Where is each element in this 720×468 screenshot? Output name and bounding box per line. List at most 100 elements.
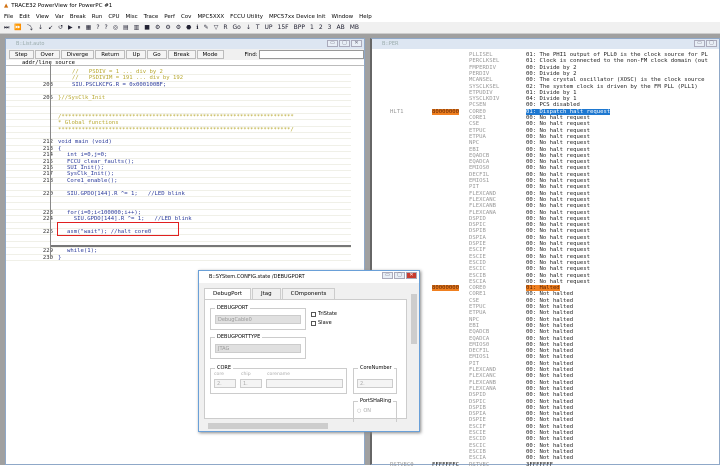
- trace32-logo-icon: ▲: [4, 3, 9, 9]
- dialog-titlebar[interactable]: B::SYStem.CONFIG.state /DEBUGPORT ▭ ▢ ✕: [199, 271, 419, 283]
- toolbar-button-23[interactable]: Go: [232, 24, 240, 31]
- debugport-group: DEBUGPORT DebugCable0: [210, 305, 306, 330]
- diverge-button[interactable]: Diverge: [60, 50, 95, 59]
- toolbar-button-1[interactable]: ⏩: [14, 24, 21, 31]
- find-input[interactable]: [258, 50, 364, 59]
- line-number: 230: [42, 254, 53, 261]
- register-value[interactable]: 80000000: [432, 108, 459, 115]
- toolbar-button-32[interactable]: AB: [336, 24, 344, 31]
- checkbox-box-icon[interactable]: [311, 320, 316, 326]
- return-button[interactable]: Return: [95, 50, 126, 59]
- toolbar-button-8[interactable]: ▦: [86, 24, 92, 31]
- checkbox-label: Slave: [318, 320, 332, 326]
- toolbar-button-0[interactable]: ⏭: [4, 24, 9, 32]
- menu-misc[interactable]: Misc: [126, 14, 138, 20]
- toolbar-button-17[interactable]: ⚙: [176, 24, 181, 31]
- over-button[interactable]: Over: [34, 50, 60, 59]
- vertical-scrollbar[interactable]: [410, 286, 418, 422]
- menu-window[interactable]: Window: [331, 14, 353, 20]
- toolbar-button-25[interactable]: T: [256, 24, 260, 31]
- menu-trace[interactable]: Trace: [144, 14, 159, 20]
- horizontal-scrollbar[interactable]: [200, 422, 410, 430]
- portsharing-on-radio[interactable]: ○ ON: [357, 408, 371, 414]
- menu-perf[interactable]: Perf: [164, 14, 175, 20]
- toolbar-button-24[interactable]: ↓: [246, 24, 251, 31]
- toolbar-button-12[interactable]: ▤: [123, 24, 129, 31]
- portsharing-group: PortSHaRing ○ ON: [353, 398, 397, 423]
- toolbar-button-11[interactable]: ◎: [113, 24, 118, 31]
- menu-break[interactable]: Break: [70, 14, 86, 20]
- toolbar-button-27[interactable]: 15F: [278, 24, 289, 31]
- maximize-button[interactable]: ▢: [339, 40, 350, 47]
- toolbar-button-2[interactable]: ⤵: [27, 23, 33, 32]
- toolbar-button-5[interactable]: ↺: [58, 24, 63, 31]
- toolbar-button-22[interactable]: R: [223, 24, 227, 31]
- minimize-button[interactable]: ▭: [694, 40, 705, 47]
- per-window-titlebar[interactable]: B::PER ▭ ▢: [372, 39, 719, 49]
- toolbar-button-29[interactable]: 1: [310, 24, 314, 31]
- break-button[interactable]: Break: [167, 50, 196, 59]
- toolbar-button-21[interactable]: ▽: [214, 24, 219, 31]
- toolbar-button-26[interactable]: UP: [265, 24, 273, 31]
- menu-run[interactable]: Run: [92, 14, 103, 20]
- corenumber-field[interactable]: 2.: [357, 379, 393, 388]
- gutter-line: [50, 64, 51, 259]
- toolbar-button-16[interactable]: ⚙: [165, 24, 170, 31]
- debugport-label: DEBUGPORT: [215, 305, 251, 311]
- toolbar-button-28[interactable]: BPP: [294, 24, 305, 31]
- corenumber-group: CoreNumber 2.: [353, 365, 397, 394]
- menu-mpc57xx-device-init[interactable]: MPC57xx Device Init: [269, 14, 326, 20]
- mode-button[interactable]: Mode: [196, 50, 224, 59]
- toolbar-button-4[interactable]: ↙: [48, 24, 53, 31]
- toolbar-button-6[interactable]: ▶: [68, 24, 73, 31]
- per-window: B::PER ▭ ▢ PLLISEL 01: The PHI1 output of …: [370, 38, 720, 468]
- corename-field[interactable]: [266, 379, 343, 388]
- tristate-checkbox[interactable]: TriState: [311, 311, 337, 317]
- menu-file[interactable]: File: [4, 14, 13, 20]
- toolbar-button-33[interactable]: MB: [350, 24, 359, 31]
- toolbar-button-31[interactable]: 3: [328, 24, 332, 31]
- toolbar-button-10[interactable]: ?: [105, 24, 108, 31]
- menu-fccu-utility[interactable]: FCCU Utility: [230, 14, 263, 20]
- debugport-select[interactable]: DebugCable0: [215, 315, 301, 324]
- slave-checkbox[interactable]: Slave: [311, 320, 332, 326]
- current-line-marker: [51, 245, 351, 247]
- maximize-button[interactable]: ▢: [394, 272, 405, 279]
- menu-cpu[interactable]: CPU: [108, 14, 119, 20]
- toolbar-button-20[interactable]: ✎: [204, 24, 209, 31]
- up-button[interactable]: Up: [126, 50, 147, 59]
- minimize-button[interactable]: ▭: [327, 40, 338, 47]
- toolbar-button-19[interactable]: ℹ: [196, 24, 198, 31]
- toolbar-button-30[interactable]: 2: [319, 24, 323, 31]
- source-line[interactable]: 230}: [6, 255, 351, 261]
- list-window-title: B::List.auto: [16, 41, 45, 47]
- toolbar-button-14[interactable]: ■: [144, 24, 150, 31]
- menu-mpc5xxx[interactable]: MPC5XXX: [197, 14, 224, 20]
- go-button[interactable]: Go: [147, 50, 167, 59]
- toolbar-button-9[interactable]: ?: [96, 24, 99, 31]
- porttype-select[interactable]: JTAG: [215, 344, 301, 353]
- highlight-box: [57, 222, 179, 236]
- maximize-button[interactable]: ▢: [706, 40, 717, 47]
- list-window-titlebar[interactable]: B::List.auto ▭ ▢ ✕: [6, 39, 364, 49]
- toolbar-button-18[interactable]: ⬣: [186, 24, 191, 31]
- close-button[interactable]: ✕: [351, 40, 362, 47]
- toolbar-button-3[interactable]: ↓: [38, 24, 43, 31]
- menu-cov[interactable]: Cov: [181, 14, 191, 20]
- menu-var[interactable]: Var: [55, 14, 64, 20]
- toolbar-button-7[interactable]: ⏸: [78, 24, 81, 32]
- checkbox-box-icon[interactable]: [311, 311, 316, 317]
- toolbar-button-13[interactable]: ▥: [134, 24, 140, 31]
- step-button[interactable]: Step: [9, 50, 34, 59]
- menu-view[interactable]: View: [36, 14, 49, 20]
- close-button[interactable]: ✕: [406, 272, 417, 279]
- toolbar-button-15[interactable]: ⚙: [155, 24, 160, 31]
- chip-field[interactable]: 1.: [240, 379, 262, 388]
- menu-bar: File Edit View Var Break Run CPU Misc Trace Perf C…: [0, 12, 720, 22]
- minimize-button[interactable]: ▭: [382, 272, 393, 279]
- core-field[interactable]: 2.: [214, 379, 236, 388]
- register-value[interactable]: 80000000: [432, 285, 459, 292]
- register-name: HLT1: [390, 108, 404, 115]
- menu-help[interactable]: Help: [359, 14, 372, 20]
- menu-edit[interactable]: Edit: [19, 14, 30, 20]
